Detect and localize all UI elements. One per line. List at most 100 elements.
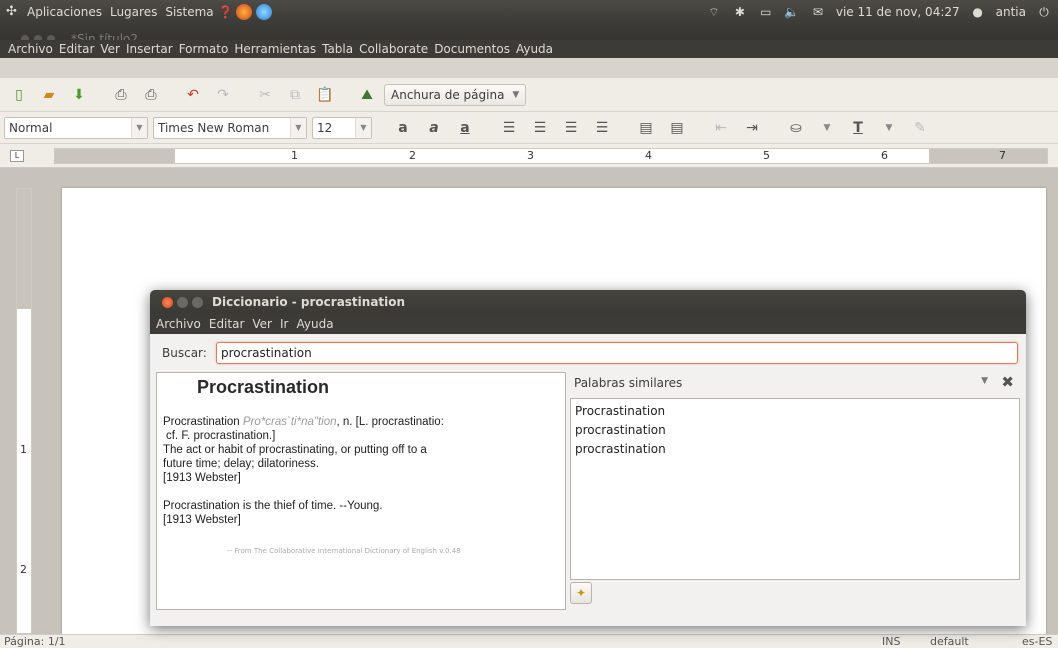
- justify-icon[interactable]: ☰: [589, 115, 615, 141]
- menu-documentos[interactable]: Documentos: [431, 42, 513, 56]
- panel-menu-applications[interactable]: Aplicaciones: [23, 5, 106, 19]
- menu-collaborate[interactable]: Collaborate: [356, 42, 431, 56]
- ruler-tick: 6: [881, 149, 888, 162]
- dict-menu-ir[interactable]: Ir: [276, 317, 292, 331]
- network-manager-icon[interactable]: ✱: [732, 5, 748, 19]
- definition-line: The act or habit of procrastinating, or …: [163, 444, 427, 456]
- chevron-down-icon[interactable]: ▼: [290, 117, 306, 138]
- chevron-down-icon: ▼: [512, 89, 520, 100]
- clear-button[interactable]: ✦: [570, 582, 592, 604]
- list-item[interactable]: procrastination: [575, 440, 1015, 459]
- dict-menu-ayuda[interactable]: Ayuda: [292, 317, 337, 331]
- user-name[interactable]: antia: [996, 5, 1026, 19]
- horizontal-ruler[interactable]: 1 2 3 4 5 6 7: [54, 148, 1048, 164]
- insert-image-icon[interactable]: ⛰: [354, 82, 380, 108]
- maximize-icon[interactable]: [192, 297, 203, 308]
- power-icon[interactable]: ⏻: [1036, 5, 1052, 19]
- definition-text: Procrastination Pro*cras`ti*na"tion, n. …: [163, 415, 559, 527]
- paste-icon[interactable]: 📋: [312, 82, 338, 108]
- pronunciation: Pro*cras`ti*na"tion: [242, 416, 337, 428]
- chevron-down-icon[interactable]: ▼: [814, 115, 840, 141]
- menu-archivo[interactable]: Archivo: [0, 42, 56, 56]
- font-combo[interactable]: Times New Roman ▼: [153, 116, 307, 139]
- page-style[interactable]: default: [930, 635, 969, 648]
- decrease-indent-icon[interactable]: ⇤: [708, 115, 734, 141]
- font-color-icon[interactable]: T: [845, 115, 871, 141]
- chevron-down-icon[interactable]: ▼: [876, 115, 902, 141]
- numbered-list-icon[interactable]: ▤: [633, 115, 659, 141]
- ruler-tick: 3: [527, 149, 534, 162]
- font-size-combo[interactable]: 12 ▼: [312, 116, 372, 139]
- underline-icon[interactable]: a: [452, 115, 478, 141]
- ruler-tick: 7: [999, 149, 1006, 162]
- search-input[interactable]: [216, 342, 1018, 364]
- definition-line: future time; delay; dilatoriness.: [163, 458, 319, 470]
- definition-pane[interactable]: Procrastination Procrastination Pro*cras…: [156, 372, 566, 610]
- chromium-icon[interactable]: [255, 4, 272, 20]
- ruler-left-margin: [55, 149, 175, 163]
- minimize-icon[interactable]: [177, 297, 188, 308]
- redo-icon[interactable]: ↷: [210, 82, 236, 108]
- menu-ver[interactable]: Ver: [97, 42, 123, 56]
- battery-icon[interactable]: ▭: [758, 5, 774, 19]
- similar-words-list[interactable]: Procrastination procrastination procrast…: [570, 398, 1020, 580]
- firefox-icon[interactable]: [235, 4, 252, 20]
- insert-mode[interactable]: INS: [882, 635, 900, 648]
- italic-icon[interactable]: a: [421, 115, 447, 141]
- tab-stop-selector[interactable]: L: [10, 150, 24, 162]
- align-center-icon[interactable]: ☰: [527, 115, 553, 141]
- chevron-down-icon[interactable]: ▼: [981, 376, 988, 386]
- similar-words-pane: Palabras similares ▼ ✖ Procrastination p…: [570, 372, 1020, 610]
- language[interactable]: es-ES: [1022, 635, 1052, 648]
- bold-icon[interactable]: a: [390, 115, 416, 141]
- ubuntu-logo-icon[interactable]: ✣: [6, 5, 20, 19]
- print-icon[interactable]: ⎙: [108, 82, 134, 108]
- style-combo[interactable]: Normal ▼: [4, 116, 148, 139]
- chevron-down-icon[interactable]: ▼: [131, 117, 147, 138]
- list-item[interactable]: procrastination: [575, 421, 1015, 440]
- panel-menu-places[interactable]: Lugares: [106, 5, 161, 19]
- close-icon[interactable]: ✖: [1001, 373, 1014, 391]
- bullet-list-icon[interactable]: ▤: [664, 115, 690, 141]
- volume-icon[interactable]: 🔈: [784, 5, 800, 19]
- menu-insertar[interactable]: Insertar: [123, 42, 176, 56]
- similar-words-title[interactable]: Palabras similares: [574, 376, 682, 390]
- wifi-icon[interactable]: ⌔: [706, 5, 722, 19]
- mail-icon[interactable]: ✉: [810, 5, 826, 19]
- definition-line: [1913 Webster]: [163, 514, 241, 526]
- menu-tabla[interactable]: Tabla: [319, 42, 356, 56]
- list-item[interactable]: Procrastination: [575, 402, 1015, 421]
- dictionary-window: Diccionario - procrastination Archivo Ed…: [150, 290, 1026, 626]
- panel-menu-system[interactable]: Sistema: [161, 5, 217, 19]
- help-icon[interactable]: ❓: [218, 5, 234, 19]
- menu-herramientas[interactable]: Herramientas: [231, 42, 319, 56]
- vruler-tick: 2: [20, 563, 27, 576]
- vertical-ruler[interactable]: 1 2: [16, 188, 32, 634]
- highlight-color-icon[interactable]: ⛀: [783, 115, 809, 141]
- similar-words-header[interactable]: Palabras similares ▼ ✖: [574, 373, 1018, 394]
- chevron-down-icon[interactable]: ▼: [355, 117, 371, 138]
- align-right-icon[interactable]: ☰: [558, 115, 584, 141]
- new-document-icon[interactable]: ▯: [6, 82, 32, 108]
- align-left-icon[interactable]: ☰: [496, 115, 522, 141]
- save-icon[interactable]: ⬇: [66, 82, 92, 108]
- cut-icon[interactable]: ✂: [252, 82, 278, 108]
- undo-icon[interactable]: ↶: [180, 82, 206, 108]
- pencil-icon[interactable]: ✎: [907, 115, 933, 141]
- definition-line: Procrastination is the thief of time. --…: [163, 500, 383, 512]
- dict-menu-editar[interactable]: Editar: [205, 317, 249, 331]
- menu-formato[interactable]: Formato: [176, 42, 232, 56]
- ruler-tick: 1: [291, 149, 298, 162]
- zoom-dropdown[interactable]: Anchura de página ▼: [384, 83, 527, 106]
- menu-ayuda[interactable]: Ayuda: [513, 42, 556, 56]
- print-preview-icon[interactable]: ⎙: [138, 82, 164, 108]
- clock[interactable]: vie 11 de nov, 04:27: [836, 5, 960, 19]
- increase-indent-icon[interactable]: ⇥: [739, 115, 765, 141]
- close-icon[interactable]: [162, 297, 173, 308]
- user-status-icon[interactable]: ●: [970, 5, 986, 19]
- dict-menu-ver[interactable]: Ver: [248, 317, 276, 331]
- copy-icon[interactable]: ⧉: [282, 82, 308, 108]
- menu-editar[interactable]: Editar: [56, 42, 98, 56]
- open-folder-icon[interactable]: ▰: [36, 82, 62, 108]
- dict-menu-archivo[interactable]: Archivo: [150, 317, 205, 331]
